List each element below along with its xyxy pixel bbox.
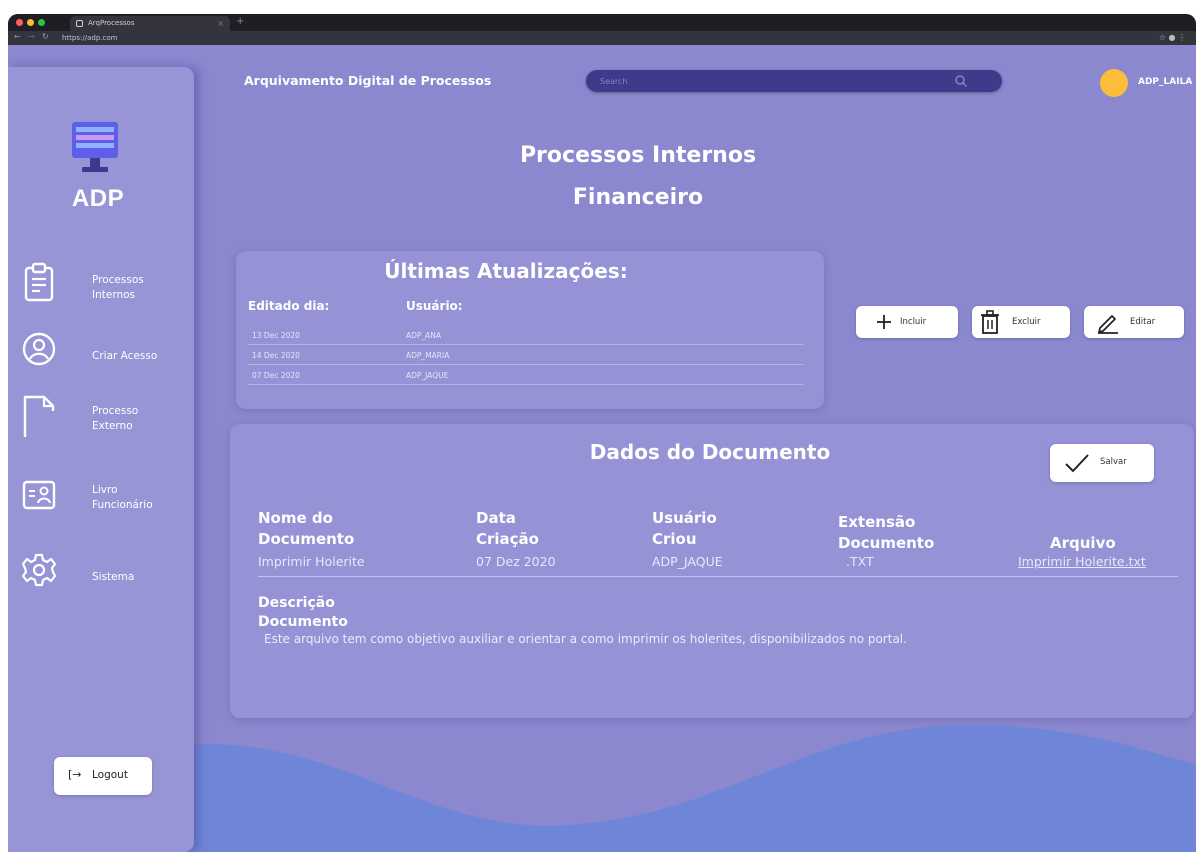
page-subtitle: Financeiro <box>572 185 704 210</box>
delete-label: Excluir <box>1012 317 1041 327</box>
logout-button[interactable]: [→ Logout <box>54 757 152 795</box>
sidebar-item-label: Processos <box>92 274 144 286</box>
sidebar-item-label: Externo <box>92 420 133 432</box>
page-title: Processos Internos <box>519 143 757 168</box>
column-header-date: Data Criação <box>476 508 539 550</box>
include-button[interactable]: Incluir <box>856 306 958 338</box>
divider <box>258 576 1178 577</box>
logo-text: ADP <box>71 185 125 212</box>
header-line: Data <box>476 509 516 527</box>
user-circle-icon <box>22 332 56 366</box>
sidebar-item-label: Internos <box>92 289 136 301</box>
table-row: 07 Dec 2020 ADP_JAQUE <box>248 367 804 385</box>
header-line: Documento <box>838 534 935 552</box>
browser-menu-icon[interactable]: ☆ ● ⋮ <box>1159 33 1186 42</box>
update-user: ADP_MARIA <box>406 351 450 360</box>
document-icon <box>23 395 55 437</box>
edit-label: Editar <box>1130 317 1156 327</box>
back-icon[interactable]: ← <box>14 32 21 41</box>
browser-tab[interactable]: ArqProcessos × <box>70 16 230 31</box>
description-header: Descrição Documento <box>258 594 348 632</box>
update-date: 07 Dec 2020 <box>252 371 300 380</box>
updates-title: Últimas Atualizações: <box>384 259 628 283</box>
search-icon[interactable] <box>954 74 968 88</box>
checkmark-icon <box>1065 454 1089 473</box>
avatar[interactable] <box>1100 69 1128 97</box>
user-name[interactable]: ADP_LAILA <box>1138 77 1192 87</box>
header-line: Criação <box>476 530 539 548</box>
column-header-extension: Extensão Documento <box>838 512 934 554</box>
sidebar-item-label: Processo <box>92 405 139 417</box>
logout-label: Logout <box>92 769 128 781</box>
browser-window: ArqProcessos × + ← → ↻ https://adp.com ☆… <box>8 14 1196 852</box>
search-input[interactable] <box>586 70 946 92</box>
document-name: Imprimir Holerite <box>258 554 365 569</box>
header-line: Usuário <box>652 509 717 527</box>
monitor-logo-icon <box>72 122 118 172</box>
edit-button[interactable]: Editar <box>1084 306 1184 338</box>
trash-icon <box>981 310 999 334</box>
new-tab-icon[interactable]: + <box>236 16 244 27</box>
header-line: Criou <box>652 530 697 548</box>
table-row: 13 Dec 2020 ADP_ANA <box>248 327 804 345</box>
update-date: 14 Dec 2020 <box>252 351 300 360</box>
gear-icon <box>22 553 56 587</box>
sidebar-item-livro-funcionario[interactable]: Livro Funcionário <box>8 472 194 522</box>
header-line: Nome do <box>258 509 333 527</box>
search-bar <box>586 70 1002 92</box>
table-row: 14 Dec 2020 ADP_MARIA <box>248 347 804 365</box>
reload-icon[interactable]: ↻ <box>42 32 49 41</box>
update-user: ADP_ANA <box>406 331 442 340</box>
close-window-icon[interactable] <box>16 19 23 26</box>
column-header-name: Nome do Documento <box>258 508 354 550</box>
sidebar-item-label: Criar Acesso <box>92 350 158 362</box>
sidebar-item-processo-externo[interactable]: Processo Externo <box>8 393 194 443</box>
header-line: Descrição <box>258 595 335 611</box>
column-header-user: Usuário Criou <box>652 508 717 550</box>
document-user: ADP_JAQUE <box>652 554 723 569</box>
browser-tab-bar: ArqProcessos × + <box>8 14 1196 31</box>
browser-tab-title: ArqProcessos <box>88 19 135 27</box>
plus-icon <box>877 315 891 329</box>
pencil-icon <box>1098 315 1118 334</box>
document-card: Dados do Documento Salvar Nome do Documen… <box>230 424 1194 718</box>
sidebar-item-sistema[interactable]: Sistema <box>8 552 194 602</box>
app-viewport: ADP Processos Internos Criar Acesso Proc… <box>8 45 1196 852</box>
sidebar-item-label: Livro <box>92 484 118 496</box>
sidebar-item-label: Funcionário <box>92 499 153 511</box>
url-field[interactable]: https://adp.com <box>62 33 1162 43</box>
updates-user-header: Usuário: <box>406 299 463 313</box>
update-user: ADP_JAQUE <box>406 371 449 380</box>
header-line: Documento <box>258 614 348 630</box>
id-card-icon <box>22 480 56 510</box>
document-extension: .TXT <box>846 554 874 569</box>
document-title: Dados do Documento <box>589 440 831 464</box>
updates-card: Últimas Atualizações: Editado dia: Usuár… <box>236 251 824 409</box>
update-date: 13 Dec 2020 <box>252 331 300 340</box>
logout-icon: [→ <box>68 768 82 781</box>
header-line: Documento <box>258 530 355 548</box>
sidebar: ADP Processos Internos Criar Acesso Proc… <box>8 67 194 852</box>
header-line: Extensão <box>838 513 916 531</box>
include-label: Incluir <box>900 317 927 327</box>
updates-date-header: Editado dia: <box>248 299 330 313</box>
document-date: 07 Dez 2020 <box>476 554 556 569</box>
document-description: Este arquivo tem como objetivo auxiliar … <box>264 632 907 646</box>
document-list-icon <box>24 262 54 302</box>
file-link[interactable]: Imprimir Holerite.txt <box>1018 554 1146 569</box>
maximize-window-icon[interactable] <box>38 19 45 26</box>
sidebar-item-criar-acesso[interactable]: Criar Acesso <box>8 331 194 381</box>
forward-icon[interactable]: → <box>28 32 35 41</box>
sidebar-item-processos-internos[interactable]: Processos Internos <box>8 262 194 312</box>
column-header-file: Arquivo <box>1050 534 1116 552</box>
sidebar-item-label: Sistema <box>92 571 135 583</box>
favicon-icon <box>76 20 83 27</box>
minimize-window-icon[interactable] <box>27 19 34 26</box>
app-title: Arquivamento Digital de Processos <box>244 73 492 88</box>
save-label: Salvar <box>1100 457 1127 467</box>
tab-close-icon[interactable]: × <box>217 16 224 31</box>
browser-address-bar: ← → ↻ https://adp.com ☆ ● ⋮ <box>8 31 1196 45</box>
save-button[interactable]: Salvar <box>1050 444 1154 482</box>
delete-button[interactable]: Excluir <box>972 306 1070 338</box>
